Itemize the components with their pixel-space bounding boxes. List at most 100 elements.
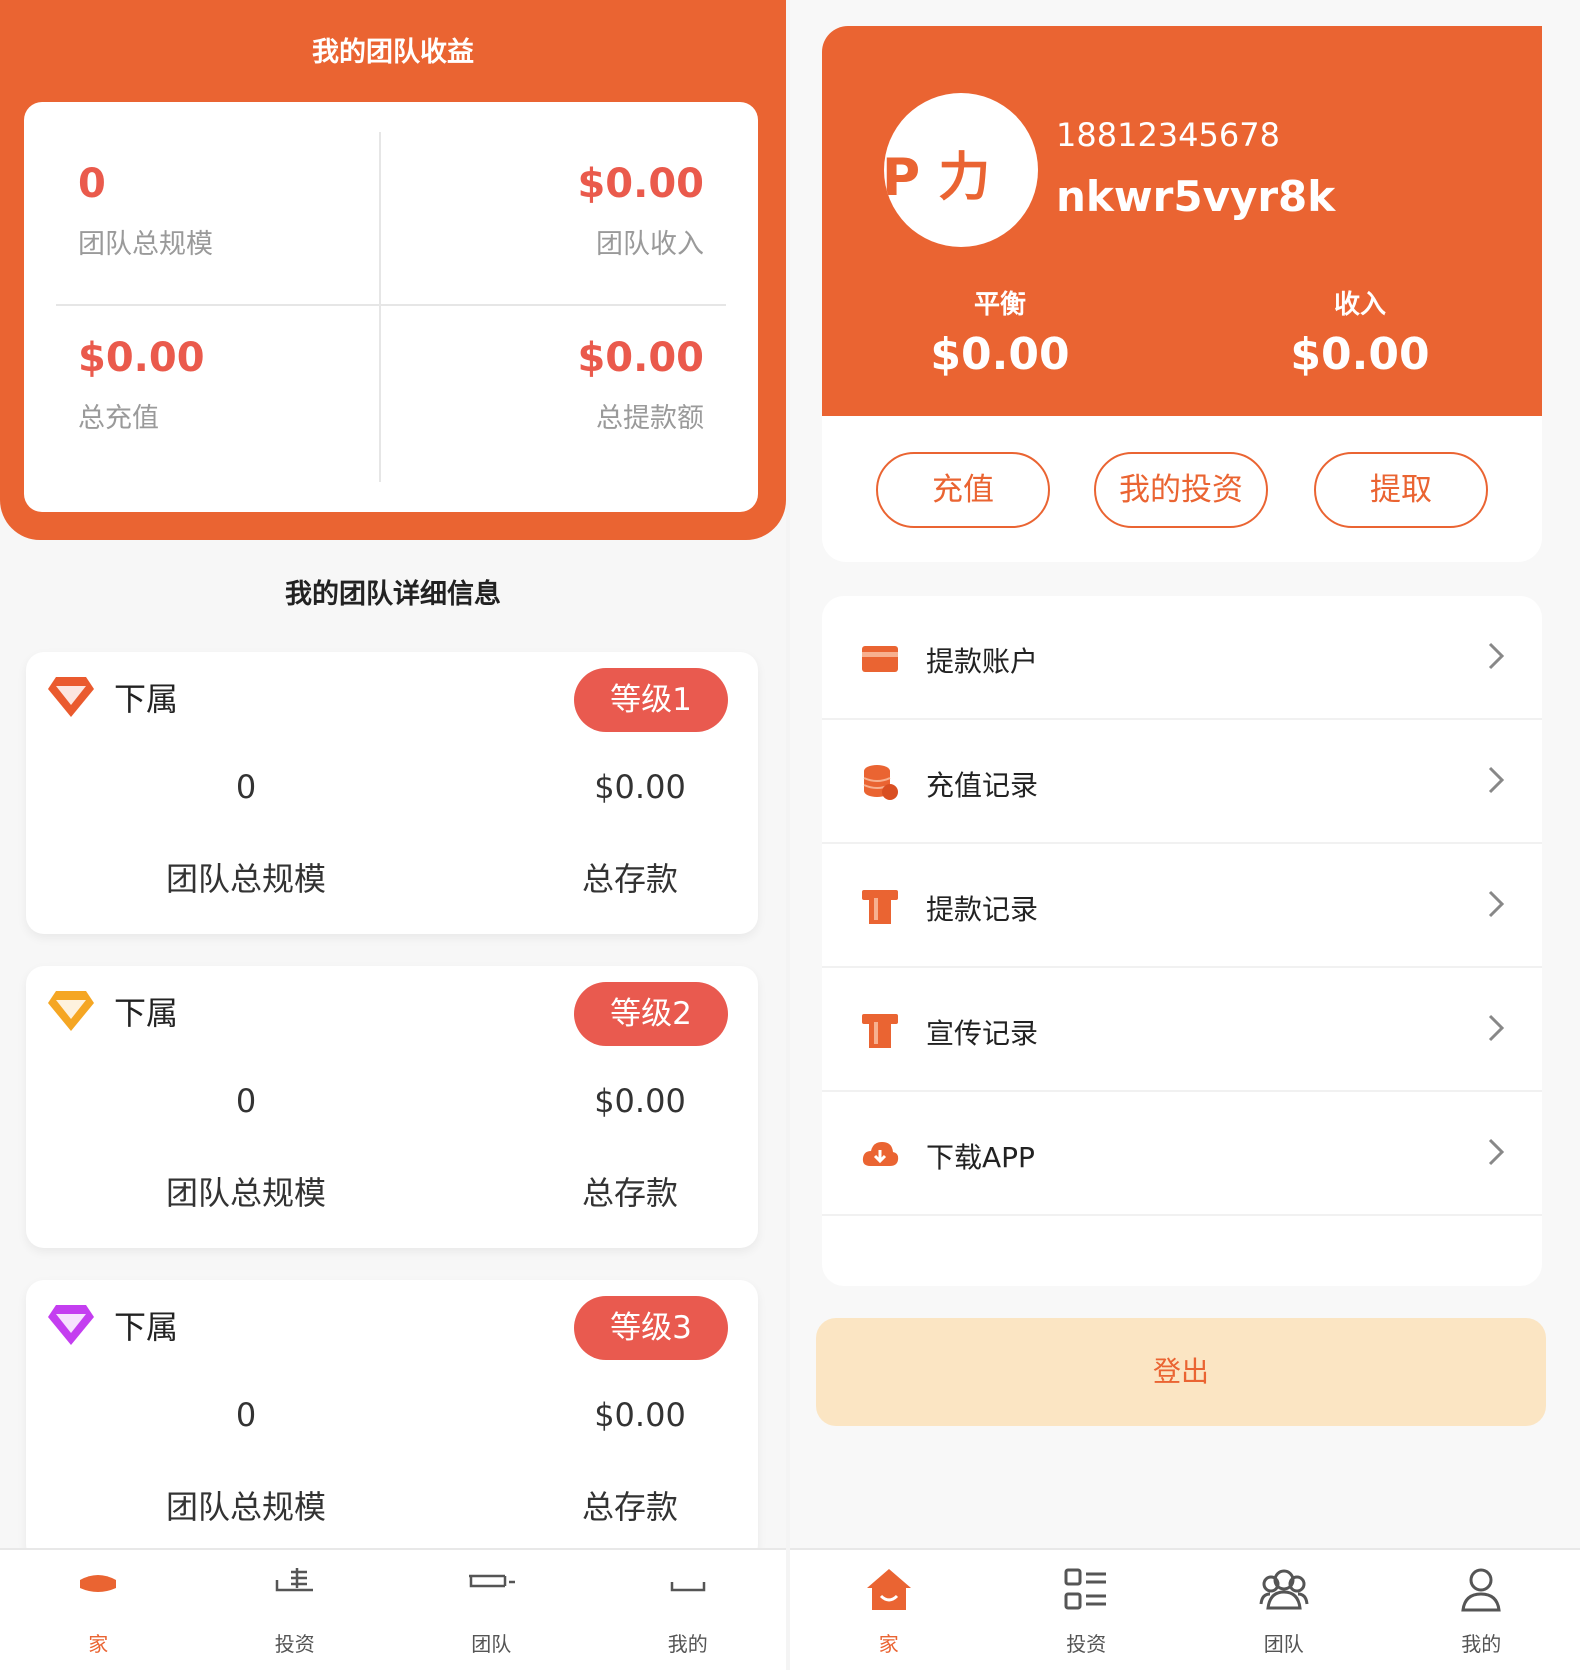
tab-team[interactable]: 团队 bbox=[393, 1550, 590, 1670]
tab-label: 家 bbox=[88, 1632, 109, 1656]
invest-icon bbox=[275, 1568, 313, 1592]
receipt-icon bbox=[862, 1014, 898, 1048]
receipt-icon bbox=[862, 890, 898, 924]
level-count: 0 bbox=[235, 1082, 257, 1120]
bottom-tab-bar: 家 投资 团队 我的 bbox=[790, 1548, 1580, 1670]
chevron-right-icon bbox=[1488, 642, 1505, 670]
tab-label: 我的 bbox=[1461, 1632, 1502, 1656]
stat-value: $0.00 bbox=[78, 335, 205, 381]
menu-item-recharge-records[interactable]: 充值记录 bbox=[822, 720, 1542, 844]
action-bar: 充值 我的投资 提取 bbox=[822, 416, 1542, 562]
phone-number: 18812345678 bbox=[1056, 116, 1280, 154]
stat-total-recharge: $0.00 总充值 bbox=[78, 334, 338, 435]
page-title: 我的团队收益 bbox=[312, 37, 474, 68]
tab-label: 我的 bbox=[667, 1632, 708, 1656]
divider bbox=[379, 132, 381, 482]
diamond-icon bbox=[48, 991, 94, 1031]
withdraw-button[interactable]: 提取 bbox=[1314, 452, 1488, 528]
balance-label: 平衡 bbox=[973, 290, 1026, 320]
recharge-button[interactable]: 充值 bbox=[876, 452, 1050, 528]
tab-profile[interactable]: 我的 bbox=[1383, 1550, 1580, 1670]
menu-label: 提款账户 bbox=[926, 645, 1039, 678]
tab-label: 家 bbox=[878, 1632, 899, 1656]
home-icon bbox=[80, 1575, 117, 1592]
avatar[interactable]: P 力 bbox=[884, 93, 1038, 247]
tab-invest[interactable]: 投资 bbox=[988, 1550, 1186, 1670]
section-title: 我的团队详细信息 bbox=[285, 579, 501, 610]
level-card-3[interactable]: 下属 等级3 0 $0.00 团队总规模 总存款 bbox=[26, 1280, 758, 1562]
level-title: 下属 bbox=[114, 1308, 179, 1346]
divider bbox=[56, 304, 726, 306]
profile-header: P 力 18812345678 nkwr5vyr8k 平衡 $0.00 收入 $… bbox=[822, 26, 1542, 418]
level-count-label: 团队总规模 bbox=[165, 1488, 326, 1526]
team-icon bbox=[1259, 1569, 1309, 1610]
invest-icon bbox=[1064, 1568, 1107, 1610]
level-badge: 等级2 bbox=[574, 982, 728, 1046]
tab-invest[interactable]: 投资 bbox=[197, 1550, 394, 1670]
level-badge: 等级3 bbox=[574, 1296, 728, 1360]
team-stats-card: 0 团队总规模 $0.00 团队收入 $0.00 总充值 $0.00 总提款额 bbox=[24, 102, 758, 512]
logout-button[interactable]: 登出 bbox=[816, 1318, 1546, 1426]
stat-value: $0.00 bbox=[577, 335, 704, 381]
chevron-right-icon bbox=[1488, 1138, 1505, 1166]
avatar-text: P 力 bbox=[884, 148, 991, 208]
balance-block: 平衡 $0.00 bbox=[850, 284, 1150, 380]
menu-item-promotion-records[interactable]: 宣传记录 bbox=[822, 968, 1542, 1092]
tab-home[interactable]: 家 bbox=[790, 1550, 988, 1670]
stat-label: 总提款额 bbox=[596, 403, 704, 434]
tab-label: 投资 bbox=[1066, 1632, 1107, 1656]
level-amount-label: 总存款 bbox=[581, 1174, 678, 1212]
level-count: 0 bbox=[235, 1396, 257, 1434]
profile-icon bbox=[670, 1582, 705, 1592]
tab-label: 投资 bbox=[274, 1632, 315, 1656]
level-badge: 等级1 bbox=[574, 668, 728, 732]
income-value: $0.00 bbox=[1290, 329, 1430, 380]
team-earnings-screen: 我的团队收益 0 团队总规模 $0.00 团队收入 $0.00 总充值 $0.0… bbox=[0, 0, 786, 1670]
menu-label: 下载APP bbox=[926, 1141, 1035, 1174]
stat-team-income: $0.00 团队收入 bbox=[444, 160, 704, 261]
level-card-1[interactable]: 下属 等级1 0 $0.00 团队总规模 总存款 bbox=[26, 652, 758, 934]
menu-item-download-app[interactable]: 下载APP bbox=[822, 1092, 1542, 1216]
tab-home[interactable]: 家 bbox=[0, 1550, 197, 1670]
menu-item-withdrawal-records[interactable]: 提款记录 bbox=[822, 844, 1542, 968]
cloud-download-icon bbox=[862, 1142, 899, 1166]
level-card-2[interactable]: 下属 等级2 0 $0.00 团队总规模 总存款 bbox=[26, 966, 758, 1248]
username: nkwr5vyr8k bbox=[1056, 172, 1336, 221]
chevron-right-icon bbox=[1488, 890, 1505, 918]
level-title: 下属 bbox=[114, 680, 179, 718]
stat-label: 团队收入 bbox=[596, 229, 704, 260]
my-account-screen: P 力 18812345678 nkwr5vyr8k 平衡 $0.00 收入 $… bbox=[790, 0, 1580, 1670]
chevron-right-icon bbox=[1488, 1014, 1505, 1042]
account-menu: 提款账户 充值记录 提款记录 宣传记录 下载APP bbox=[822, 596, 1542, 1286]
tab-label: 团队 bbox=[1263, 1632, 1304, 1656]
menu-label: 提款记录 bbox=[926, 893, 1039, 926]
menu-item-withdrawal-account[interactable]: 提款账户 bbox=[822, 596, 1542, 720]
team-earnings-header: 我的团队收益 0 团队总规模 $0.00 团队收入 $0.00 总充值 $0.0… bbox=[0, 0, 786, 540]
level-amount: $0.00 bbox=[594, 1396, 686, 1434]
stat-team-size: 0 团队总规模 bbox=[78, 160, 338, 261]
tab-team[interactable]: 团队 bbox=[1185, 1550, 1383, 1670]
level-amount: $0.00 bbox=[594, 1082, 686, 1120]
card-icon bbox=[862, 646, 898, 672]
menu-label: 宣传记录 bbox=[926, 1017, 1039, 1050]
diamond-icon bbox=[48, 1305, 94, 1345]
my-investment-button[interactable]: 我的投资 bbox=[1094, 452, 1268, 528]
balance-value: $0.00 bbox=[930, 329, 1070, 380]
home-icon bbox=[866, 1569, 911, 1610]
level-amount-label: 总存款 bbox=[581, 860, 678, 898]
stat-value: $0.00 bbox=[577, 161, 704, 207]
level-count-label: 团队总规模 bbox=[165, 860, 326, 898]
level-count: 0 bbox=[235, 768, 257, 806]
diamond-icon bbox=[48, 677, 94, 717]
tab-profile[interactable]: 我的 bbox=[590, 1550, 787, 1670]
bottom-tab-bar: 家 投资 团队 我的 bbox=[0, 1548, 786, 1670]
stat-total-withdrawal: $0.00 总提款额 bbox=[444, 334, 704, 435]
income-block: 收入 $0.00 bbox=[1210, 284, 1510, 380]
level-title: 下属 bbox=[114, 994, 179, 1032]
profile-icon bbox=[1461, 1568, 1501, 1612]
menu-label: 充值记录 bbox=[926, 769, 1039, 802]
chevron-right-icon bbox=[1488, 766, 1505, 794]
coins-icon bbox=[863, 765, 898, 800]
tab-label: 团队 bbox=[471, 1632, 512, 1656]
stat-label: 团队总规模 bbox=[78, 229, 213, 260]
